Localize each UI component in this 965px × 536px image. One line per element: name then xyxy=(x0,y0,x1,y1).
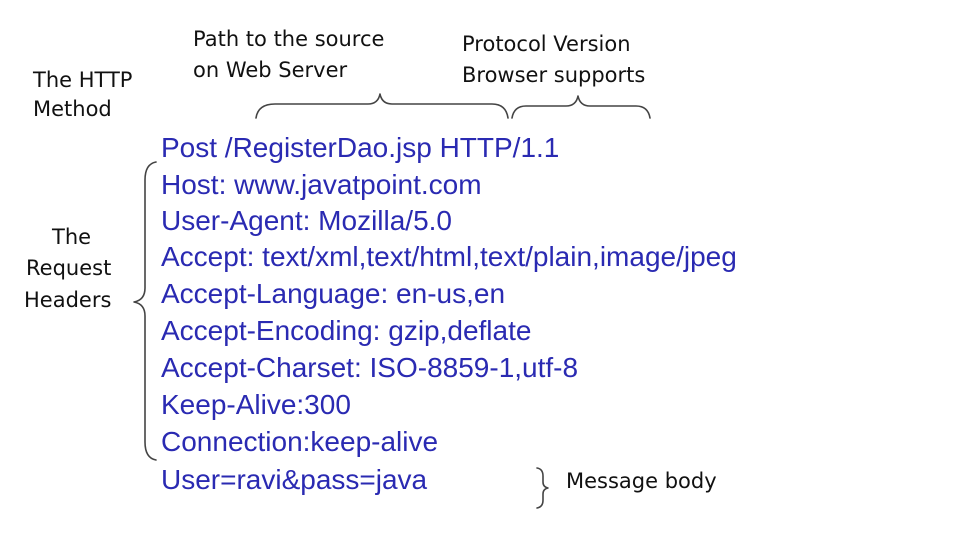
message-body-text: User=ravi&pass=java xyxy=(161,464,428,495)
request-line: Post /RegisterDao.jsp HTTP/1.1 xyxy=(161,132,559,163)
path-annotation-line2: on Web Server xyxy=(193,58,348,82)
protocol-brace xyxy=(511,95,651,119)
header-accept-language: Accept-Language: en-us,en xyxy=(161,278,505,309)
header-accept-charset: Accept-Charset: ISO-8859-1,utf-8 xyxy=(161,352,578,383)
method-annotation-line2: Method xyxy=(33,97,112,121)
header-accept: Accept: text/xml,text/html,text/plain,im… xyxy=(161,241,737,272)
protocol-annotation-line1: Protocol Version xyxy=(462,32,631,56)
headers-brace xyxy=(133,161,157,461)
header-host: Host: www.javatpoint.com xyxy=(161,169,482,200)
method-annotation-line1: The HTTP xyxy=(32,68,132,92)
body-annotation: Message body xyxy=(566,469,717,493)
protocol-annotation-line2: Browser supports xyxy=(462,63,645,87)
path-annotation-line1: Path to the source xyxy=(193,27,384,51)
header-accept-encoding: Accept-Encoding: gzip,deflate xyxy=(161,315,531,346)
headers-annotation-line3: Headers xyxy=(24,288,111,312)
headers-annotation-line2: Request xyxy=(26,256,111,280)
header-user-agent: User-Agent: Mozilla/5.0 xyxy=(161,205,452,236)
headers-annotation-line1: The xyxy=(51,225,91,249)
body-brace xyxy=(536,467,549,509)
http-request-diagram: The HTTP Method Path to the source on We… xyxy=(24,27,737,509)
header-keep-alive: Keep-Alive:300 xyxy=(161,389,351,420)
header-connection: Connection:keep-alive xyxy=(161,426,438,457)
path-brace xyxy=(255,93,509,119)
